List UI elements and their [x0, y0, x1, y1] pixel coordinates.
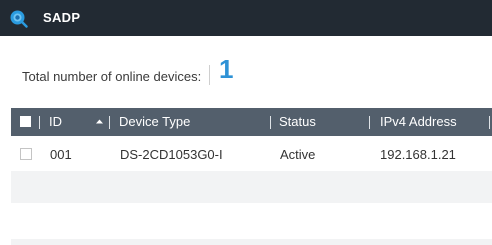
- device-table-header: ID Device Type Status IPv4 Address: [11, 108, 492, 136]
- online-devices-count: 1: [219, 54, 234, 84]
- column-header-ipv4-address[interactable]: IPv4 Address: [380, 114, 457, 129]
- table-row[interactable]: 001 DS-2CD1053G0-I Active 192.168.1.21: [11, 138, 492, 171]
- sadp-window: SADP Total number of online devices: 1 I…: [0, 0, 492, 245]
- column-header-device-type[interactable]: Device Type: [119, 114, 190, 129]
- column-header-status[interactable]: Status: [279, 114, 316, 129]
- empty-table-row: [11, 171, 492, 203]
- column-divider[interactable]: [270, 116, 271, 129]
- column-header-id[interactable]: ID: [49, 114, 62, 129]
- main-content: Total number of online devices: 1 ID Dev…: [0, 36, 492, 245]
- select-all-checkbox[interactable]: [20, 116, 31, 127]
- column-divider[interactable]: [369, 116, 370, 129]
- cell-ipv4-address: 192.168.1.21: [380, 147, 456, 162]
- sort-ascending-icon[interactable]: [95, 117, 104, 126]
- column-divider[interactable]: [109, 116, 110, 129]
- cell-status: Active: [280, 147, 316, 162]
- cell-device-type: DS-2CD1053G0-I: [120, 147, 223, 162]
- title-bar: SADP: [0, 0, 492, 36]
- column-divider[interactable]: [489, 116, 490, 129]
- empty-table-row: [11, 203, 492, 239]
- online-devices-label: Total number of online devices:: [22, 69, 202, 84]
- sadp-logo-icon: [10, 10, 28, 28]
- row-checkbox[interactable]: [20, 148, 32, 160]
- cell-id: 001: [50, 147, 72, 162]
- app-title: SADP: [43, 10, 81, 25]
- empty-table-row: [11, 239, 492, 245]
- divider: [209, 65, 210, 85]
- column-divider[interactable]: [39, 116, 40, 129]
